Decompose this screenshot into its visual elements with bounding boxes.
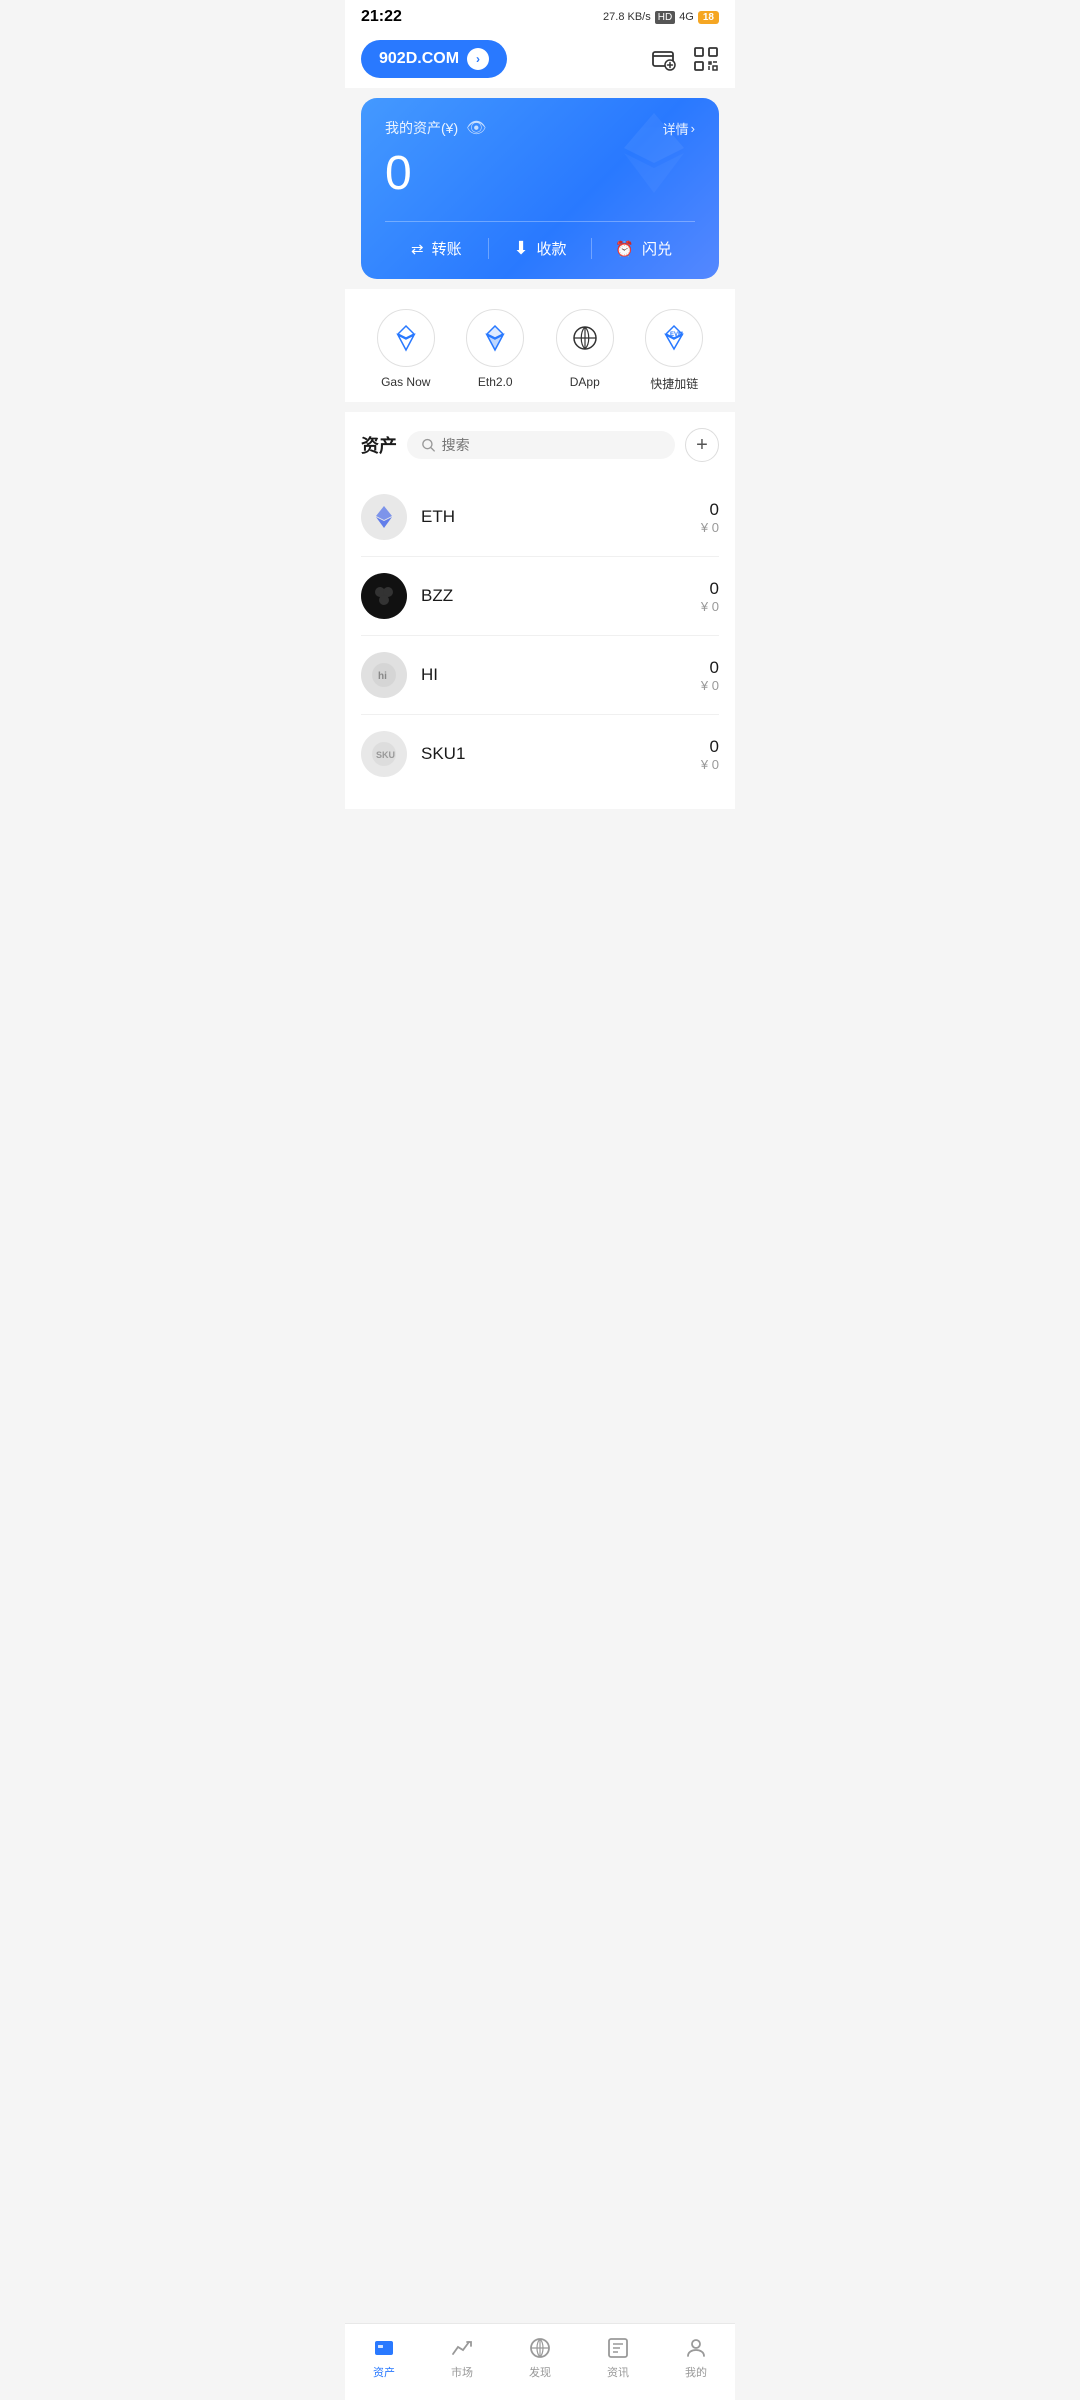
assets-title: 资产	[361, 432, 397, 458]
tab-mine[interactable]: 我的	[657, 2332, 735, 2384]
transfer-button[interactable]: ⇄ 转账	[385, 238, 488, 259]
hi-coin-name: HI	[421, 665, 701, 685]
battery-icon: 18	[698, 11, 719, 24]
top-nav: 902D.COM ›	[345, 30, 735, 88]
discover-tab-icon	[528, 2336, 552, 2360]
eth-coin-name: ETH	[421, 507, 701, 527]
search-bar[interactable]	[407, 431, 675, 459]
tab-assets[interactable]: 资产	[345, 2332, 423, 2384]
eth-balance-amount: 0	[701, 500, 719, 520]
brand-name: 902D.COM	[379, 50, 459, 68]
hi-coin-balance: 0 ¥ 0	[701, 658, 719, 693]
hd-badge: HD	[655, 11, 675, 24]
transfer-icon: ⇄	[411, 240, 424, 258]
flash-icon: ⏰	[615, 240, 634, 258]
asset-label: 我的资产(¥) 👁	[385, 118, 486, 138]
mine-tab-icon	[684, 2336, 708, 2360]
news-tab-icon	[606, 2336, 630, 2360]
eth-watermark	[609, 108, 699, 203]
hi-coin-icon: hi	[361, 652, 407, 698]
quick-chain-icon-circle: EVM	[645, 309, 703, 367]
mine-tab-label: 我的	[685, 2364, 707, 2380]
eth-balance-cny: ¥ 0	[701, 520, 719, 535]
eth-coin-balance: 0 ¥ 0	[701, 500, 719, 535]
receive-button[interactable]: ⬇ 收款	[489, 238, 592, 259]
assets-tab-icon	[372, 2336, 396, 2360]
market-tab-label: 市场	[451, 2364, 473, 2380]
asset-list-item-hi[interactable]: hi HI 0 ¥ 0	[361, 636, 719, 715]
dapp-label: DApp	[570, 375, 600, 389]
quick-item-quick-chain[interactable]: EVM 快捷加链	[645, 309, 703, 392]
eye-icon[interactable]: 👁	[466, 118, 486, 138]
bzz-coin-icon	[361, 573, 407, 619]
quick-item-eth2[interactable]: Eth2.0	[466, 309, 524, 392]
asset-list-item-sku1[interactable]: SKU SKU1 0 ¥ 0	[361, 715, 719, 793]
asset-list-item-bzz[interactable]: BZZ 0 ¥ 0	[361, 557, 719, 636]
tab-market[interactable]: 市场	[423, 2332, 501, 2384]
sku1-coin-balance: 0 ¥ 0	[701, 737, 719, 772]
tab-news[interactable]: 资讯	[579, 2332, 657, 2384]
tab-bar-spacer	[345, 809, 735, 889]
asset-list-item-eth[interactable]: ETH 0 ¥ 0	[361, 478, 719, 557]
scan-icon	[693, 46, 719, 72]
nav-icons	[651, 46, 719, 72]
quick-item-gas-now[interactable]: Gas Now	[377, 309, 435, 392]
asset-card: 我的资产(¥) 👁 详情 › 0 ⇄ 转账 ⬇ 收款 ⏰ 闪兑	[361, 98, 719, 279]
receive-label: 收款	[537, 238, 567, 259]
add-asset-button[interactable]: +	[685, 428, 719, 462]
brand-arrow-icon: ›	[467, 48, 489, 70]
receive-icon: ⬇	[513, 238, 528, 259]
status-bar: 21:22 27.8 KB/s HD 4G 18	[345, 0, 735, 30]
quick-chain-icon: EVM	[658, 322, 690, 354]
transfer-label: 转账	[432, 238, 462, 259]
add-wallet-button[interactable]	[651, 46, 677, 72]
asset-actions: ⇄ 转账 ⬇ 收款 ⏰ 闪兑	[385, 221, 695, 259]
svg-text:hi: hi	[378, 671, 387, 682]
status-time: 21:22	[361, 8, 402, 26]
eth2-label: Eth2.0	[478, 375, 513, 389]
search-input[interactable]	[442, 437, 661, 453]
dapp-icon-circle	[556, 309, 614, 367]
eth-coin-icon	[361, 494, 407, 540]
dapp-icon	[569, 322, 601, 354]
quick-access: Gas Now Eth2.0 DApp	[345, 289, 735, 402]
assets-tab-label: 资产	[373, 2364, 395, 2380]
gas-now-icon	[390, 322, 422, 354]
assets-header: 资产 +	[361, 428, 719, 462]
hi-balance-amount: 0	[701, 658, 719, 678]
bzz-balance-cny: ¥ 0	[701, 599, 719, 614]
add-wallet-icon	[651, 46, 677, 72]
flash-label: 闪兑	[642, 238, 672, 259]
eth2-icon-circle	[466, 309, 524, 367]
quick-item-dapp[interactable]: DApp	[556, 309, 614, 392]
sku1-balance-amount: 0	[701, 737, 719, 757]
market-tab-icon	[450, 2336, 474, 2360]
sku1-coin-name: SKU1	[421, 744, 701, 764]
hi-balance-cny: ¥ 0	[701, 678, 719, 693]
sku1-coin-icon: SKU	[361, 731, 407, 777]
news-tab-label: 资讯	[607, 2364, 629, 2380]
network-icon: 4G	[679, 11, 694, 23]
brand-button[interactable]: 902D.COM ›	[361, 40, 507, 78]
status-icons: 27.8 KB/s HD 4G 18	[603, 11, 719, 24]
eth2-icon	[479, 322, 511, 354]
tab-bar: 资产 市场 发现 资讯 我的	[345, 2323, 735, 2400]
speed-indicator: 27.8 KB/s	[603, 11, 651, 23]
bzz-coin-name: BZZ	[421, 586, 701, 606]
quick-chain-label: 快捷加链	[650, 375, 698, 392]
sku1-balance-cny: ¥ 0	[701, 757, 719, 772]
scan-button[interactable]	[693, 46, 719, 72]
assets-section: 资产 + ETH 0 ¥ 0	[345, 412, 735, 809]
discover-tab-label: 发现	[529, 2364, 551, 2380]
bzz-balance-amount: 0	[701, 579, 719, 599]
svg-text:SKU: SKU	[376, 750, 395, 760]
flash-button[interactable]: ⏰ 闪兑	[592, 238, 695, 259]
gas-now-label: Gas Now	[381, 375, 430, 389]
gas-now-icon-circle	[377, 309, 435, 367]
bzz-coin-balance: 0 ¥ 0	[701, 579, 719, 614]
svg-text:EVM: EVM	[670, 332, 683, 338]
search-icon	[421, 437, 436, 453]
asset-label-text: 我的资产(¥)	[385, 118, 458, 138]
tab-discover[interactable]: 发现	[501, 2332, 579, 2384]
